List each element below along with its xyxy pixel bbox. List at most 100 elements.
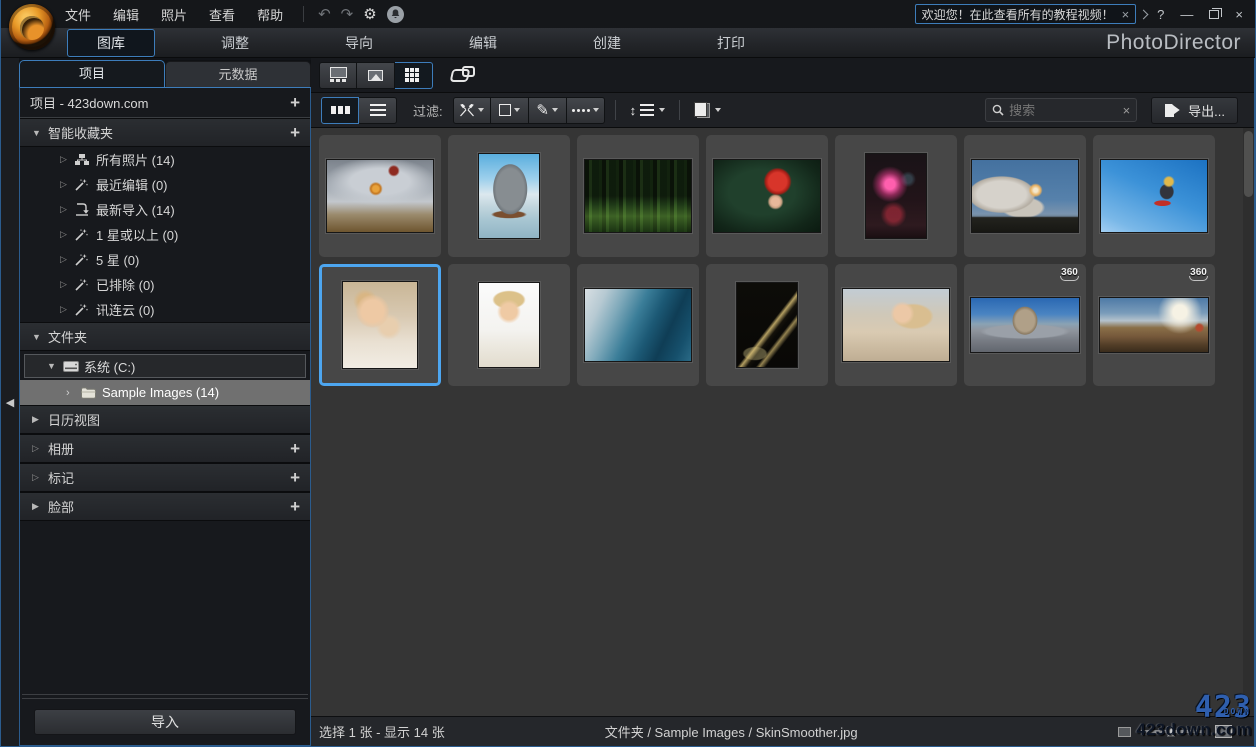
tab-adjust[interactable]: 调整: [191, 29, 279, 57]
view-toolbar: [311, 58, 1254, 92]
tab-metadata[interactable]: 元数据: [165, 61, 311, 87]
expander-icon[interactable]: ▷: [60, 154, 75, 165]
sidebar-section[interactable]: ▷ 相册 +: [20, 434, 310, 463]
menu-photo[interactable]: 照片: [161, 5, 187, 24]
expander-icon[interactable]: ›: [66, 387, 81, 399]
photo-cell-neon-storefront[interactable]: [835, 135, 957, 257]
grid-view-button[interactable]: [395, 61, 433, 89]
notification-bell-icon[interactable]: [386, 5, 404, 23]
expander-icon[interactable]: ▶: [32, 501, 48, 512]
section-label: 日历视图: [48, 413, 101, 428]
welcome-close-icon[interactable]: ×: [1122, 7, 1130, 22]
sidebar-item[interactable]: ▷ 1 星或以上 (0): [20, 222, 310, 247]
add-project-icon[interactable]: +: [290, 94, 300, 111]
add-icon[interactable]: +: [290, 498, 300, 515]
photo-cell-window-light[interactable]: [706, 264, 828, 386]
expander-icon[interactable]: ▶: [32, 414, 48, 425]
sidebar-item[interactable]: ▷ 讯连云 (0): [20, 297, 310, 322]
scrollbar-thumb[interactable]: [1244, 131, 1253, 197]
photo-cell-woman-outdoor[interactable]: [835, 264, 957, 386]
redo-icon[interactable]: ↷: [341, 5, 354, 23]
sidebar-section[interactable]: ▼ 智能收藏夹 +: [20, 118, 310, 147]
export-button[interactable]: 导出...: [1151, 96, 1238, 124]
stack-button[interactable]: [690, 97, 725, 124]
add-icon[interactable]: +: [290, 469, 300, 486]
vertical-scrollbar[interactable]: [1243, 128, 1254, 716]
sort-button[interactable]: ↕: [626, 97, 670, 124]
tab-library[interactable]: 图库: [67, 28, 155, 57]
expander-icon[interactable]: ▼: [47, 361, 63, 371]
flag-filter-button[interactable]: [452, 96, 491, 124]
sidebar-section[interactable]: ▶ 脸部 +: [20, 492, 310, 521]
close-button[interactable]: ×: [1235, 7, 1243, 22]
sidebar-folder-row[interactable]: › Sample Images (14): [20, 380, 310, 405]
photo-cell-maple-leaf[interactable]: [706, 135, 828, 257]
menu-edit[interactable]: 编辑: [113, 5, 139, 24]
viewer-view-button[interactable]: [357, 61, 395, 89]
minimize-button[interactable]: —: [1180, 7, 1193, 22]
sidebar-section[interactable]: ▼ 文件夹: [20, 322, 310, 351]
expander-icon[interactable]: ▷: [60, 254, 75, 265]
tab-project[interactable]: 项目: [19, 60, 165, 87]
expander-icon[interactable]: ▷: [60, 279, 75, 290]
wand-icon: [75, 228, 96, 241]
tab-guided[interactable]: 导向: [315, 29, 403, 57]
expander-icon[interactable]: ▷: [60, 204, 75, 215]
photo-cell-woman-smiling[interactable]: [319, 264, 441, 386]
browser-view-button[interactable]: [319, 61, 357, 89]
sidebar-section[interactable]: ▷ 标记 +: [20, 463, 310, 492]
maximize-button[interactable]: [1209, 7, 1223, 19]
settings-gear-icon[interactable]: ⚙: [363, 5, 376, 23]
photo-cell-basketball-dunk[interactable]: [319, 135, 441, 257]
help-button[interactable]: ?: [1157, 7, 1164, 22]
photo-cell-woman-laughing[interactable]: [448, 264, 570, 386]
sidebar-section[interactable]: ▶ 日历视图: [20, 405, 310, 434]
photo-cell-karst-boat[interactable]: [448, 135, 570, 257]
zoom-in-thumbnail-icon[interactable]: [1215, 725, 1232, 738]
tab-create[interactable]: 创建: [563, 29, 651, 57]
photo-cell-skateboarder[interactable]: [1093, 135, 1215, 257]
expander-icon[interactable]: ▷: [60, 179, 75, 190]
sidebar-item[interactable]: ▷ 已排除 (0): [20, 272, 310, 297]
edited-filter-button[interactable]: ✎: [528, 96, 567, 124]
zoom-slider[interactable]: [1141, 726, 1205, 737]
expander-icon[interactable]: ▼: [32, 128, 48, 138]
photo-neon-storefront: [865, 153, 927, 239]
photo-cell-ocean-wave[interactable]: [577, 264, 699, 386]
label-filter-button[interactable]: [490, 96, 529, 124]
undo-icon[interactable]: ↶: [318, 5, 331, 23]
menu-help[interactable]: 帮助: [257, 5, 283, 24]
tab-edit[interactable]: 编辑: [439, 29, 527, 57]
sidebar-item[interactable]: ▷ 所有照片 (14): [20, 147, 310, 172]
add-icon[interactable]: +: [290, 440, 300, 457]
menu-file[interactable]: 文件: [65, 5, 91, 24]
collapse-arrow-icon[interactable]: ◀: [6, 396, 14, 409]
sidebar-item[interactable]: ▷ 最近编辑 (0): [20, 172, 310, 197]
tab-print[interactable]: 打印: [687, 29, 775, 57]
zoom-out-thumbnail-icon[interactable]: [1118, 726, 1131, 737]
list-view-button[interactable]: [359, 96, 397, 124]
import-button[interactable]: 导入: [34, 709, 296, 735]
expander-icon[interactable]: ▷: [60, 229, 75, 240]
thumbnail-view-button[interactable]: [321, 96, 359, 124]
search-input[interactable]: [1009, 102, 1118, 118]
photo-cell-rocket-launch[interactable]: [964, 135, 1086, 257]
sidebar-item[interactable]: ▷ 5 星 (0): [20, 247, 310, 272]
sidebar-item[interactable]: ▷ 最新导入 (14): [20, 197, 310, 222]
add-icon[interactable]: +: [290, 124, 300, 141]
expander-icon[interactable]: ▷: [32, 443, 48, 454]
photo-cell-forest[interactable]: [577, 135, 699, 257]
dual-display-button[interactable]: [447, 62, 479, 89]
menu-view[interactable]: 查看: [209, 5, 235, 24]
flags-icon: [460, 103, 475, 116]
sidebar-drive-row[interactable]: ▼ 系统 (C:): [24, 354, 306, 378]
expander-icon[interactable]: ▼: [32, 332, 48, 342]
sidebar-collapse-strip[interactable]: ◀: [1, 58, 19, 746]
photo-cell-pano-canyon[interactable]: 360: [1093, 264, 1215, 386]
zoom-slider-handle[interactable]: [1167, 726, 1175, 737]
photo-cell-pano-street[interactable]: 360: [964, 264, 1086, 386]
more-filter-button[interactable]: [566, 96, 605, 124]
expander-icon[interactable]: ▷: [60, 304, 75, 315]
search-clear-icon[interactable]: ×: [1123, 103, 1131, 118]
expander-icon[interactable]: ▷: [32, 472, 48, 483]
